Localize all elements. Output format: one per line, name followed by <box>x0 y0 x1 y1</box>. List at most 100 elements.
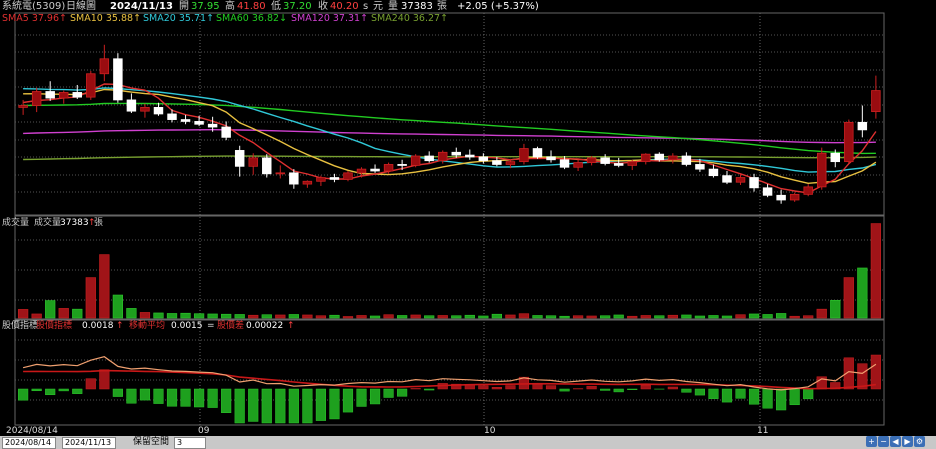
volume-bar <box>248 314 259 319</box>
volume-bar <box>586 315 597 319</box>
ma-name: SMA20 <box>143 13 176 24</box>
volume-bar <box>45 300 56 319</box>
osc-bar <box>275 388 286 424</box>
volume-bar <box>72 308 83 319</box>
space-mode-label[interactable]: 保留空間 <box>133 436 169 449</box>
candle-body <box>275 172 286 175</box>
period-label[interactable]: 日線圖 <box>66 0 96 13</box>
volume-bar <box>58 308 69 319</box>
candle-body <box>221 126 231 138</box>
osc-bar <box>708 388 719 399</box>
volume-bar <box>775 313 787 319</box>
candle-body <box>857 121 868 131</box>
osc-legend-value-2: 0.0015 <box>171 321 203 331</box>
currency-label: 元 <box>373 1 383 12</box>
ma-line-sma60 <box>23 102 876 155</box>
osc-bar <box>315 388 326 421</box>
ma-arrow: ↓ <box>279 13 288 24</box>
candle-body <box>492 160 502 165</box>
volume-bar <box>789 315 800 319</box>
zoom-in-icon[interactable]: + <box>866 436 877 447</box>
ma-legend-sma5: SMA5 37.96↑ <box>2 13 67 25</box>
candle-body <box>248 157 258 167</box>
candle-body <box>532 148 543 158</box>
ma-name: SMA5 <box>2 13 29 24</box>
osc-bar <box>58 388 69 392</box>
ma-name: SMA60 <box>216 13 249 24</box>
zoom-out-icon[interactable]: − <box>878 436 889 447</box>
osc-bar <box>139 388 151 401</box>
volume-bar <box>234 314 245 319</box>
high-value: 41.80 <box>237 1 266 12</box>
candle-body <box>735 177 746 183</box>
volume-bar <box>694 315 706 319</box>
ma-arrow: ↑ <box>59 13 67 24</box>
osc-bar <box>545 385 557 390</box>
osc-bar <box>302 388 313 424</box>
candle-body <box>153 107 164 115</box>
candle-body <box>180 119 191 122</box>
date-value: 2024/11/13 <box>110 1 173 12</box>
osc-bar <box>194 388 205 408</box>
stock-chart <box>14 12 885 426</box>
date-from-field[interactable]: 2024/08/14 <box>2 437 56 449</box>
scroll-left-icon[interactable]: ◀ <box>890 436 901 447</box>
candle-body <box>803 186 813 195</box>
candle-body <box>45 91 55 99</box>
volume-bar <box>112 294 124 319</box>
osc-bar <box>85 378 96 390</box>
ma-name: SMA120 <box>291 13 330 24</box>
osc-legend-label-2: 移動平均 <box>129 321 166 331</box>
candle-body <box>844 121 854 163</box>
date-to-field[interactable]: 2024/11/13 <box>62 437 116 449</box>
candle-body <box>478 156 489 162</box>
candle-body <box>99 58 110 75</box>
osc-legend-label-3: 股價差 <box>217 321 245 331</box>
volume-bar <box>654 315 665 319</box>
candle-body <box>505 161 516 165</box>
volume-bar <box>193 313 205 319</box>
volume-bar <box>342 316 354 319</box>
candle-body <box>234 150 245 167</box>
header-bar: 系統電(5309) 日線圖 2024/11/13 開 37.95 高 41.80… <box>0 0 936 13</box>
volume-bar <box>153 312 164 319</box>
ma-legend-sma60: SMA60 36.82↓ <box>216 13 287 25</box>
volume-bar <box>410 314 421 319</box>
ma-legend-sma20: SMA20 35.71↑ <box>143 13 214 25</box>
volume-bar <box>288 314 299 319</box>
volume-bar <box>31 313 42 319</box>
candle-body <box>424 155 434 162</box>
volume-bar <box>424 315 435 319</box>
candle-body <box>113 58 123 101</box>
candle-body <box>573 162 583 168</box>
settings-icon[interactable]: ⚙ <box>914 436 925 447</box>
candle-body <box>86 73 96 98</box>
candle-body <box>356 168 367 174</box>
volume-bar <box>221 313 232 319</box>
osc-bar <box>153 388 164 404</box>
osc-bar <box>627 388 638 390</box>
osc-bar <box>776 388 787 411</box>
volume-bar <box>708 315 719 319</box>
candle-body <box>776 194 786 201</box>
scroll-right-icon[interactable]: ▶ <box>902 436 913 447</box>
ma-legend-sma240: SMA240 36.27↑ <box>371 13 448 25</box>
high-label: 高 <box>225 1 235 12</box>
volume-legend-label: 成交量 <box>34 218 62 228</box>
candle-body <box>329 177 340 180</box>
candle-body <box>140 107 150 112</box>
osc-bar <box>234 388 245 424</box>
candle-body <box>31 91 42 106</box>
osc-bar <box>586 385 597 390</box>
volume-bar <box>180 312 191 319</box>
volume-bar <box>532 315 543 319</box>
space-count-field[interactable]: 3 <box>174 437 206 449</box>
candle-body <box>817 152 827 188</box>
candle-body <box>546 156 556 161</box>
ma-line-sma5 <box>22 83 877 194</box>
candle-body <box>613 163 624 166</box>
volume-bar <box>545 315 557 319</box>
candle-body <box>681 155 692 165</box>
osc-legend-arrow-2: = <box>207 321 215 331</box>
volume-bar <box>437 315 448 319</box>
